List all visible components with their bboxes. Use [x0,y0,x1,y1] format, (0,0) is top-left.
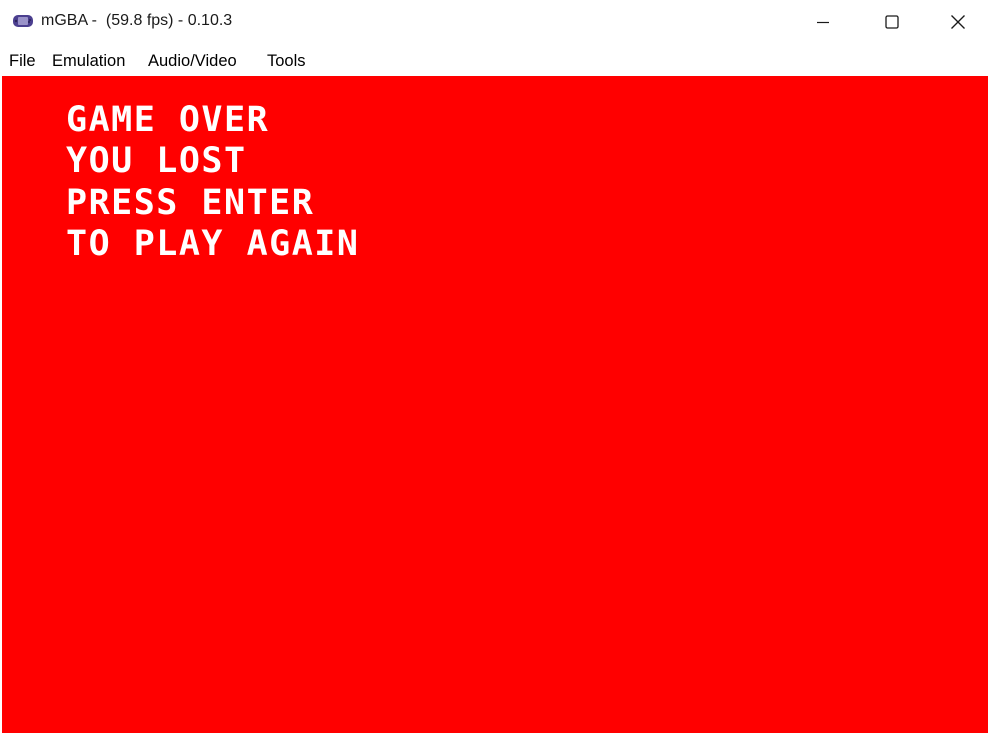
game-over-text: GAME OVER [66,100,270,140]
menu-audio-video[interactable]: Audio/Video [148,52,237,71]
close-button[interactable] [927,0,988,44]
press-enter-text: PRESS ENTER [66,183,315,223]
play-again-text: TO PLAY AGAIN [66,224,360,264]
you-lost-text: YOU LOST [66,141,247,181]
close-icon [950,15,965,29]
menu-bar: File Emulation Audio/Video Tools [0,44,988,76]
gba-console-icon [13,15,33,27]
minimize-button[interactable] [788,0,858,44]
mgba-window: mGBA - (59.8 fps) - 0.10.3 File Emulatio… [0,0,988,733]
menu-emulation[interactable]: Emulation [52,52,125,71]
window-title: mGBA - (59.8 fps) - 0.10.3 [41,12,233,29]
maximize-button[interactable] [857,0,927,44]
title-bar[interactable]: mGBA - (59.8 fps) - 0.10.3 [0,0,988,44]
maximize-icon [885,15,899,29]
menu-tools[interactable]: Tools [267,52,306,71]
menu-file[interactable]: File [9,52,36,71]
minimize-icon [817,21,829,24]
